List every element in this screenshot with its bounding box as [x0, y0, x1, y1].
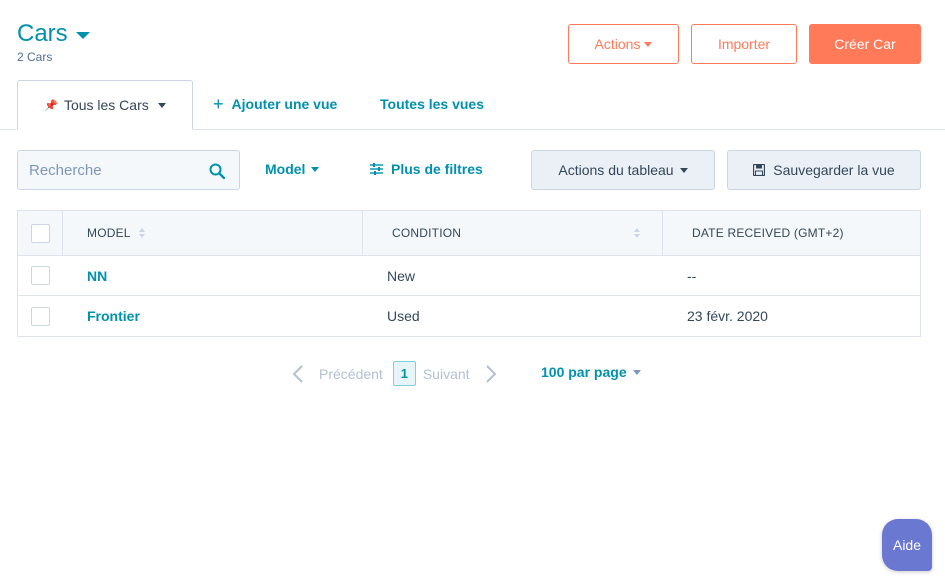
column-header-model[interactable]: MODEL [63, 211, 363, 255]
table-header: MODEL CONDITION DATE RECEIVED (GMT+2) [18, 211, 920, 256]
tab-all-cars[interactable]: 📌 Tous les Cars [17, 80, 193, 130]
create-car-button-label: Créer Car [834, 36, 896, 52]
actions-button[interactable]: Actions [568, 24, 679, 64]
table-actions-label: Actions du tableau [558, 162, 674, 178]
pagination: Précédent 1 Suivant [291, 361, 498, 386]
column-header-label: CONDITION [392, 226, 462, 240]
table-row: NN New -- [18, 256, 920, 296]
table-actions-button[interactable]: Actions du tableau [531, 150, 715, 190]
row-checkbox[interactable] [31, 266, 50, 285]
create-car-button[interactable]: Créer Car [809, 24, 921, 64]
sort-icon [634, 228, 640, 238]
caret-down-icon [632, 369, 641, 375]
date-cell: 23 févr. 2020 [687, 308, 768, 324]
page-title-dropdown[interactable]: Cars [17, 20, 90, 48]
select-all-cell [18, 211, 63, 255]
save-view-button[interactable]: Sauvegarder la vue [727, 150, 921, 190]
page-title: Cars [17, 20, 68, 47]
search-input[interactable] [29, 161, 199, 179]
condition-cell: Used [387, 308, 420, 324]
all-views-label: Toutes les vues [380, 96, 485, 112]
date-cell: -- [687, 267, 697, 284]
add-view-button[interactable]: + Ajouter une vue [213, 94, 338, 114]
tab-all-cars-label: Tous les Cars [63, 97, 149, 113]
condition-cell: New [387, 267, 416, 284]
model-filter-dropdown[interactable]: Model [265, 161, 320, 177]
column-header-label: DATE RECEIVED (GMT+2) [692, 226, 844, 240]
import-button[interactable]: Importer [691, 24, 797, 64]
current-page-number[interactable]: 1 [392, 361, 416, 386]
column-header-date-received[interactable]: DATE RECEIVED (GMT+2) [663, 211, 920, 255]
select-all-checkbox[interactable] [30, 223, 50, 243]
next-page-button[interactable]: Suivant [423, 366, 470, 382]
column-header-condition[interactable]: CONDITION [363, 211, 663, 255]
filter-sliders-icon [370, 163, 383, 175]
model-link[interactable]: Frontier [63, 308, 363, 324]
records-table: MODEL CONDITION DATE RECEIVED (GMT+2) NN… [17, 210, 921, 337]
table-row: Frontier Used 23 févr. 2020 [18, 296, 920, 336]
row-select-cell [18, 306, 63, 326]
search-icon[interactable] [209, 163, 225, 179]
caret-down-icon [157, 102, 166, 108]
help-label: Aide [892, 537, 922, 553]
caret-down-icon [311, 166, 320, 172]
chevron-right-icon[interactable] [484, 363, 498, 385]
more-filters-label: Plus de filtres [391, 161, 483, 177]
model-link[interactable]: NN [63, 268, 363, 284]
all-views-link[interactable]: Toutes les vues [380, 96, 484, 112]
plus-icon: + [213, 94, 224, 114]
caret-down-icon [644, 41, 653, 47]
help-button[interactable]: Aide [882, 519, 932, 571]
chevron-left-icon[interactable] [291, 363, 305, 385]
column-header-label: MODEL [87, 226, 131, 240]
previous-page-button[interactable]: Précédent [319, 366, 383, 382]
more-filters-button[interactable]: Plus de filtres [370, 161, 483, 177]
save-view-label: Sauvegarder la vue [773, 162, 895, 178]
chevron-down-icon [75, 31, 90, 39]
sort-icon [138, 228, 145, 238]
caret-down-icon [679, 167, 688, 173]
model-filter-label: Model [265, 161, 306, 177]
per-page-label: 100 par page [541, 364, 627, 380]
actions-button-label: Actions [594, 36, 641, 52]
search-box [17, 150, 240, 190]
row-select-cell [18, 266, 63, 285]
add-view-label: Ajouter une vue [231, 96, 338, 112]
save-icon [753, 164, 766, 176]
import-button-label: Importer [717, 36, 771, 52]
per-page-dropdown[interactable]: 100 par page [541, 364, 641, 380]
row-checkbox[interactable] [31, 306, 50, 326]
pin-icon: 📌 [44, 99, 58, 112]
record-count: 2 Cars [17, 50, 53, 64]
